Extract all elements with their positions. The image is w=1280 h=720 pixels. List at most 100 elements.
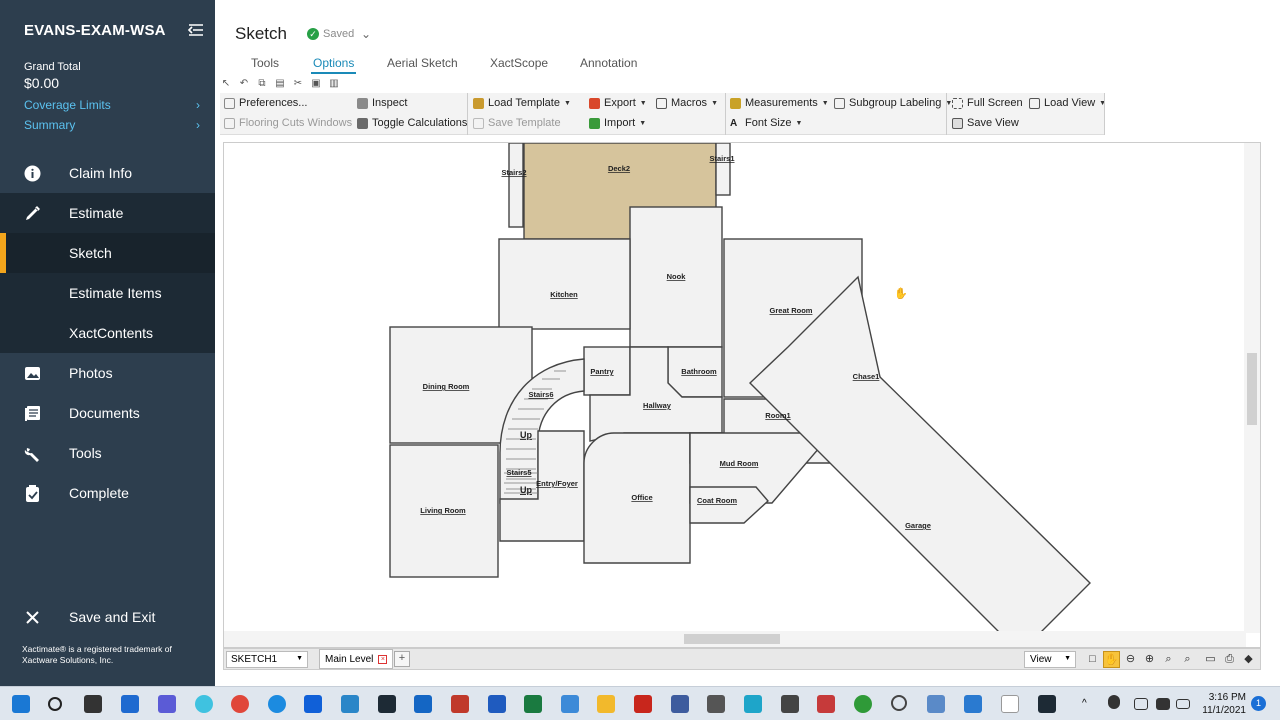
import-button[interactable]: Import ▼ [589,117,646,129]
display-icon[interactable] [1134,698,1148,710]
acrobat-icon[interactable] [634,695,652,713]
summary-link[interactable]: Summary › [24,118,204,132]
edge-browser-icon[interactable] [268,695,286,713]
save-and-exit-button[interactable]: Save and Exit [0,597,215,637]
vertical-scrollbar[interactable] [1244,143,1260,633]
chevron-down-icon[interactable]: ⌄ [361,27,371,41]
recorder-icon[interactable] [671,695,689,713]
dropbox-icon[interactable] [304,695,322,713]
dymo-icon[interactable] [781,695,799,713]
tab-annotation[interactable]: Annotation [580,56,637,70]
chrome-icon[interactable] [231,695,249,713]
widgets-icon[interactable] [121,695,139,713]
app-icon[interactable] [1038,695,1056,713]
cut-icon[interactable]: ✂ [292,78,304,90]
notification-badge[interactable]: 1 [1251,696,1266,711]
sketch-select[interactable]: SKETCH1 ▼ [226,651,308,668]
tab-aerial-sketch[interactable]: Aerial Sketch [387,56,458,70]
magnifier-icon[interactable] [927,695,945,713]
nav-sketch[interactable]: Sketch [0,233,215,273]
measurements-button[interactable]: Measurements ▼ [730,97,829,109]
load-view-button[interactable]: Load View ▼ [1029,97,1106,109]
flooring-cuts-button[interactable]: Flooring Cuts Windows [224,117,352,129]
clock-app-icon[interactable] [891,695,907,711]
file-explorer-icon[interactable] [597,695,615,713]
level-tab-main[interactable]: Main Level × [319,649,394,669]
save-view-button[interactable]: Save View [952,117,1019,129]
pointer-icon[interactable]: ↖ [220,78,232,90]
tab-options[interactable]: Options [310,56,357,74]
task-view-icon[interactable] [84,695,102,713]
print-icon[interactable]: ⎙ [1221,651,1238,668]
close-level-icon[interactable]: × [378,654,388,664]
nav-photos[interactable]: Photos [0,353,215,393]
word-icon[interactable] [488,695,506,713]
app-icon[interactable] [707,695,725,713]
zoom-fit-icon[interactable]: ⌕ [1160,651,1177,668]
nav-claim-info[interactable]: Claim Info [0,153,215,193]
battery-icon[interactable] [1176,699,1190,709]
nav-estimate[interactable]: Estimate [0,193,215,233]
sync-icon[interactable] [854,695,872,713]
system-clock[interactable]: 3:16 PM 11/1/2021 [1198,691,1246,717]
full-screen-button[interactable]: Full Screen [952,97,1023,109]
preferences-button[interactable]: Preferences... [224,97,307,109]
coat-room-shape[interactable] [689,486,769,524]
nav-complete[interactable]: Complete [0,473,215,513]
app-icon[interactable] [744,695,762,713]
load-template-button[interactable]: Load Template ▼ [473,97,571,109]
collapse-sidebar-icon[interactable] [187,22,205,38]
horizontal-scrollbar[interactable] [224,631,1246,647]
image-icon[interactable]: ▥ [328,78,340,90]
app-icon[interactable] [817,695,835,713]
export-button[interactable]: Export ▼ [589,97,647,109]
paste-icon[interactable]: ▤ [274,78,286,90]
page-icon[interactable]: ▭ [1202,651,1219,668]
nav-estimate-items[interactable]: Estimate Items [0,273,215,313]
nav-documents[interactable]: Documents [0,393,215,433]
select-box-icon[interactable]: □ [1084,651,1101,668]
horizontal-scroll-thumb[interactable] [684,634,780,644]
zoom-out-icon[interactable]: ⊖ [1122,651,1139,668]
edge-icon[interactable] [195,695,213,713]
xactimate-icon[interactable] [378,695,396,713]
floor-plan[interactable]: Deck2 Stairs2 Stairs1 Nook Kitchen Great… [224,143,1246,633]
view-select[interactable]: View ▼ [1024,651,1076,668]
font-size-button[interactable]: A Font Size ▼ [730,117,802,129]
zoom-selection-icon[interactable]: ⌕ [1179,651,1196,668]
teams-icon[interactable] [158,695,176,713]
nav-tools[interactable]: Tools [0,433,215,473]
start-icon[interactable] [12,695,30,713]
inspect-button[interactable]: Inspect [357,97,407,109]
kitchen-shape[interactable] [498,238,631,330]
volume-icon[interactable] [1156,698,1170,710]
search-icon[interactable] [48,697,62,711]
sketch-canvas[interactable]: Deck2 Stairs2 Stairs1 Nook Kitchen Great… [223,142,1261,648]
3d-view-icon[interactable]: ◆ [1240,651,1257,668]
nav-xactcontents[interactable]: XactContents [0,313,215,353]
outlook-icon[interactable] [414,695,432,713]
undo-icon[interactable]: ↶ [238,78,250,90]
lock-icon[interactable]: ▣ [310,78,322,90]
toggle-calculations-button[interactable]: Toggle Calculations [357,117,467,129]
tab-tools[interactable]: Tools [251,56,279,70]
coverage-limits-link[interactable]: Coverage Limits › [24,98,204,112]
macros-button[interactable]: Macros ▼ [656,97,718,109]
store-icon[interactable] [341,695,359,713]
mail-icon[interactable] [964,695,982,713]
microphone-icon[interactable] [1108,695,1120,709]
pan-hand-icon[interactable]: ✋ [1103,651,1120,668]
stairs2-shape[interactable] [508,143,524,228]
notepad-icon[interactable] [1001,695,1019,713]
stairs1-shape[interactable] [715,143,731,196]
vertical-scroll-thumb[interactable] [1247,353,1257,425]
tab-xactscope[interactable]: XactScope [490,56,548,70]
add-level-button[interactable]: + [394,651,410,667]
copy-icon[interactable]: ⧉ [256,78,268,90]
excel-icon[interactable] [524,695,542,713]
cube-app-icon[interactable] [451,695,469,713]
save-template-button[interactable]: Save Template [473,117,561,129]
chevron-up-icon[interactable]: ^ [1082,698,1094,710]
subgroup-labeling-button[interactable]: Subgroup Labeling ▼ [834,97,952,109]
notes-icon[interactable] [561,695,579,713]
